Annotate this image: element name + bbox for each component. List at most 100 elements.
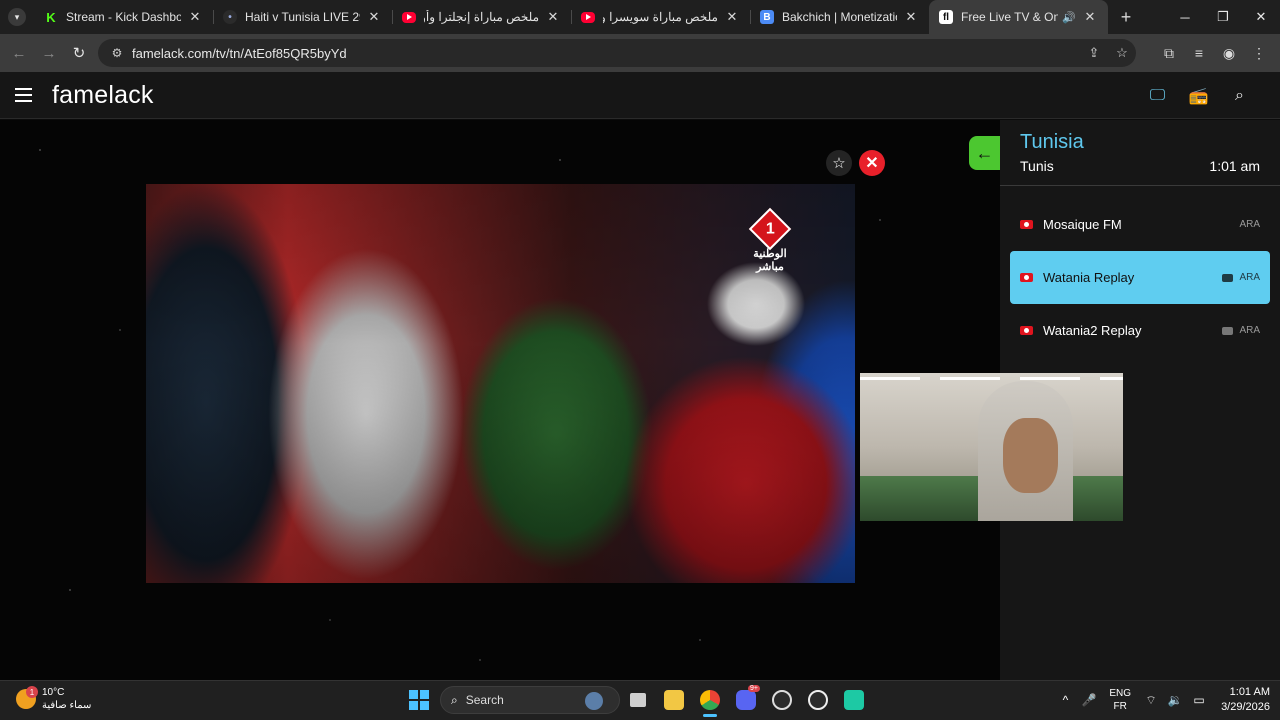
video-icon bbox=[1222, 273, 1234, 282]
channel-logo: 1 الوطنية مباشر bbox=[745, 207, 795, 274]
brand-logo[interactable]: famelack bbox=[52, 81, 154, 110]
tab-close-icon[interactable]: ✕ bbox=[1082, 9, 1098, 25]
local-time: 1:01 am bbox=[1209, 158, 1260, 174]
url-text[interactable]: famelack.com/tv/tn/AtEof85QR5byYd bbox=[132, 46, 1080, 61]
moon-icon: 1 bbox=[16, 686, 38, 709]
bakchich-icon: B bbox=[760, 10, 774, 24]
chrome-icon[interactable] bbox=[692, 685, 728, 717]
tv-icon[interactable]: 🖵 bbox=[1137, 82, 1178, 110]
youtube-icon bbox=[402, 11, 416, 23]
channel-item[interactable]: Mosaique FM ARA bbox=[1010, 198, 1270, 251]
profile-icon[interactable]: ◉ bbox=[1214, 38, 1244, 68]
task-view-icon[interactable] bbox=[620, 685, 656, 715]
tab-search-icon[interactable]: ▾ bbox=[8, 8, 26, 26]
taskbar-search[interactable]: ⌕ Search bbox=[440, 686, 620, 714]
battery-icon[interactable]: ▭ bbox=[1187, 693, 1211, 707]
extensions-icon[interactable]: ⧉ bbox=[1154, 38, 1184, 68]
app-icon[interactable] bbox=[836, 685, 872, 715]
reload-icon[interactable]: ↻ bbox=[64, 38, 94, 68]
streamer-face bbox=[1003, 418, 1058, 493]
channel-list: Mosaique FM ARA Watania Replay ARA Watan… bbox=[1000, 186, 1280, 357]
chevron-up-icon[interactable]: ^ bbox=[1053, 693, 1077, 707]
browser-tab-kick[interactable]: K Stream - Kick Dashboard ✕ bbox=[34, 0, 213, 34]
back-arrow-icon[interactable]: ← bbox=[4, 38, 34, 68]
clock-date: 3/29/2026 bbox=[1221, 701, 1270, 713]
browser-toolbar: ← → ↻ ⚙ famelack.com/tv/tn/AtEof85QR5byY… bbox=[0, 34, 1280, 72]
tab-close-icon[interactable]: ✕ bbox=[187, 9, 203, 25]
channel-language: ARA bbox=[1239, 272, 1260, 283]
browser-tab-youtube-2[interactable]: ملخص مباراة سويسرا وألمانيا ✕ bbox=[571, 0, 750, 34]
browser-tab-famelack[interactable]: fl Free Live TV & Online 🔊 ✕ bbox=[929, 0, 1108, 34]
install-app-icon[interactable]: ⇪ bbox=[1080, 45, 1108, 61]
tunisia-flag-icon bbox=[1020, 273, 1033, 282]
video-player[interactable]: 1 الوطنية مباشر bbox=[146, 184, 855, 583]
browser-tab-bakchich[interactable]: B Bakchich | Monetization fo ✕ bbox=[750, 0, 929, 34]
language-indicator[interactable]: ENG FR bbox=[1109, 687, 1131, 713]
taskbar-apps: ⌕ Search 9+ bbox=[404, 685, 872, 717]
favorite-star-icon[interactable]: ☆ bbox=[826, 150, 852, 176]
youtube-icon bbox=[581, 11, 595, 23]
tab-close-icon[interactable]: ✕ bbox=[724, 9, 740, 25]
famelack-icon: fl bbox=[939, 10, 953, 24]
tab-close-icon[interactable]: ✕ bbox=[366, 9, 382, 25]
tab-close-icon[interactable]: ✕ bbox=[903, 9, 919, 25]
channel-language: ARA bbox=[1239, 219, 1260, 230]
new-tab-icon[interactable]: + bbox=[1112, 3, 1140, 31]
taskbar-clock[interactable]: 1:01 AM 3/29/2026 bbox=[1221, 685, 1270, 715]
channel-name: Mosaique FM bbox=[1043, 217, 1122, 232]
chrome-menu-icon[interactable]: ⋮ bbox=[1244, 38, 1274, 68]
clock-time: 1:01 AM bbox=[1229, 686, 1270, 698]
app-header: famelack 🖵 📻 ⌕ bbox=[0, 72, 1280, 119]
tab-title: Bakchich | Monetization fo bbox=[782, 10, 897, 24]
video-icon bbox=[1222, 326, 1234, 335]
webcam-overlay bbox=[860, 373, 1123, 521]
channel-item[interactable]: Watania2 Replay ARA bbox=[1010, 304, 1270, 357]
windows-taskbar: 1 10°C سماء صافية ⌕ Search 9+ ^ 🎤 ENG FR… bbox=[0, 680, 1280, 720]
country-title: Tunisia bbox=[1020, 131, 1084, 153]
speaker-icon[interactable]: 🔊 bbox=[1062, 11, 1076, 24]
tab-title: ملخص مباراة سويسرا وألمانيا bbox=[603, 10, 718, 24]
menu-icon[interactable] bbox=[15, 88, 32, 102]
lang-bottom: FR bbox=[1113, 701, 1127, 712]
site-settings-icon[interactable]: ⚙ bbox=[104, 46, 130, 60]
tab-title: Stream - Kick Dashboard bbox=[66, 10, 181, 24]
close-window-icon[interactable]: ✕ bbox=[1242, 0, 1280, 34]
search-highlight-icon bbox=[585, 692, 603, 710]
app-icon[interactable] bbox=[764, 685, 800, 715]
media-control-icon[interactable]: ≡ bbox=[1184, 38, 1214, 68]
tab-close-icon[interactable]: ✕ bbox=[545, 9, 561, 25]
weather-widget[interactable]: 1 10°C سماء صافية bbox=[16, 686, 91, 712]
system-tray: ^ 🎤 ENG FR ⌔ 🔉 ▭ 1:01 AM 3/29/2026 bbox=[1053, 685, 1270, 715]
search-icon[interactable]: ⌕ bbox=[1219, 82, 1260, 110]
volume-icon[interactable]: 🔉 bbox=[1163, 693, 1187, 707]
minimize-icon[interactable]: ─ bbox=[1166, 0, 1204, 34]
tab-title: Free Live TV & Online bbox=[961, 10, 1059, 24]
discord-badge: 9+ bbox=[748, 685, 760, 692]
player-stage: 1 الوطنية مباشر ☆ ✕ ← bbox=[0, 120, 1000, 680]
radio-icon[interactable]: 📻 bbox=[1178, 82, 1219, 110]
channel-logo-diamond: 1 bbox=[748, 207, 792, 251]
microphone-icon[interactable]: 🎤 bbox=[1077, 693, 1101, 707]
windows-start-icon[interactable] bbox=[404, 685, 434, 715]
channel-item-active[interactable]: Watania Replay ARA bbox=[1010, 251, 1270, 304]
obs-icon[interactable] bbox=[800, 685, 836, 715]
browser-tab-youtube-1[interactable]: ملخص مباراة إنجلترا وأوروغوا ✕ bbox=[392, 0, 571, 34]
back-arrow-icon[interactable]: ← bbox=[969, 136, 1000, 170]
channel-logo-line2: مباشر bbox=[756, 261, 784, 273]
file-explorer-icon[interactable] bbox=[656, 685, 692, 715]
close-player-icon[interactable]: ✕ bbox=[859, 150, 885, 176]
address-bar[interactable]: ⚙ famelack.com/tv/tn/AtEof85QR5byYd ⇪ ☆ bbox=[98, 39, 1136, 67]
discord-icon[interactable]: 9+ bbox=[728, 685, 764, 715]
wifi-icon[interactable]: ⌔ bbox=[1139, 693, 1163, 708]
tab-title: Haiti v Tunisia LIVE 29/03/2 bbox=[245, 10, 360, 24]
search-label: Search bbox=[465, 693, 504, 707]
channel-name: Watania2 Replay bbox=[1043, 323, 1142, 338]
forward-arrow-icon[interactable]: → bbox=[34, 38, 64, 68]
kick-icon: K bbox=[46, 9, 56, 25]
bookmark-star-icon[interactable]: ☆ bbox=[1108, 45, 1136, 61]
weather-text: 10°C سماء صافية bbox=[42, 686, 91, 712]
browser-tab-haiti-tunisia[interactable]: • Haiti v Tunisia LIVE 29/03/2 ✕ bbox=[213, 0, 392, 34]
weather-badge: 1 bbox=[26, 686, 38, 698]
search-icon: ⌕ bbox=[451, 692, 458, 707]
maximize-icon[interactable]: ❐ bbox=[1204, 0, 1242, 34]
